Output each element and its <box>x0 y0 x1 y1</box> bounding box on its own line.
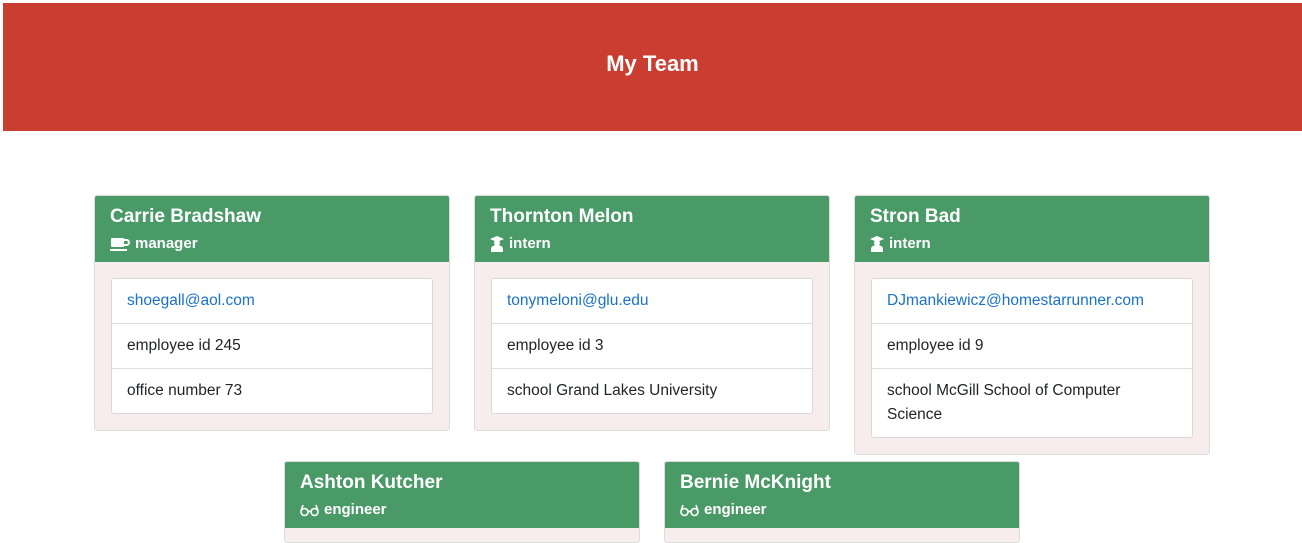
employee-id-item: employee id 245 <box>112 323 432 368</box>
card-body: DJmankiewicz@homestarrunner.com employee… <box>855 262 1209 454</box>
role-label: engineer <box>324 501 387 518</box>
employee-card: Ashton Kutcher engineer <box>284 461 640 543</box>
employee-role: engineer <box>300 501 624 518</box>
card-header: Carrie Bradshaw manager <box>95 196 449 262</box>
role-label: manager <box>135 235 198 252</box>
role-label: intern <box>509 235 551 252</box>
employee-name: Bernie McKnight <box>680 472 831 493</box>
employee-name: Thornton Melon <box>490 206 634 227</box>
coffee-icon <box>110 237 130 251</box>
employee-card: Carrie Bradshaw manager shoegall@aol.com… <box>94 195 450 431</box>
card-header: Stron Bad intern <box>855 196 1209 262</box>
graduate-icon <box>490 235 504 252</box>
card-body: tonymeloni@glu.edu employee id 3 school … <box>475 262 829 430</box>
card-body: shoegall@aol.com employee id 245 office … <box>95 262 449 430</box>
info-list: DJmankiewicz@homestarrunner.com employee… <box>871 278 1193 438</box>
employee-id-item: employee id 9 <box>872 323 1192 368</box>
email-item: tonymeloni@glu.edu <box>492 279 812 323</box>
card-header: Thornton Melon intern <box>475 196 829 262</box>
employee-id-item: employee id 3 <box>492 323 812 368</box>
employee-role: intern <box>490 235 814 252</box>
graduate-icon <box>870 235 884 252</box>
card-header: Ashton Kutcher engineer <box>285 462 639 528</box>
employee-role: intern <box>870 235 1194 252</box>
glasses-icon <box>680 504 699 516</box>
employee-card: Stron Bad intern DJmankiewicz@homestarru… <box>854 195 1210 455</box>
email-link[interactable]: tonymeloni@glu.edu <box>507 292 649 309</box>
role-label: engineer <box>704 501 767 518</box>
school-item: school Grand Lakes University <box>492 368 812 413</box>
email-item: shoegall@aol.com <box>112 279 432 323</box>
team-header: My Team <box>3 3 1302 131</box>
info-list: tonymeloni@glu.edu employee id 3 school … <box>491 278 813 414</box>
email-link[interactable]: shoegall@aol.com <box>127 292 255 309</box>
employee-card: Bernie McKnight engineer <box>664 461 1020 543</box>
employee-name: Carrie Bradshaw <box>110 206 262 227</box>
email-link[interactable]: DJmankiewicz@homestarrunner.com <box>887 292 1144 309</box>
email-item: DJmankiewicz@homestarrunner.com <box>872 279 1192 323</box>
employee-name: Stron Bad <box>870 206 961 227</box>
employee-name: Ashton Kutcher <box>300 472 443 493</box>
glasses-icon <box>300 504 319 516</box>
card-header: Bernie McKnight engineer <box>665 462 1019 528</box>
employee-card: Thornton Melon intern tonymeloni@glu.edu… <box>474 195 830 431</box>
page-title: My Team <box>606 51 699 76</box>
role-label: intern <box>889 235 931 252</box>
info-list: shoegall@aol.com employee id 245 office … <box>111 278 433 414</box>
office-number-item: office number 73 <box>112 368 432 413</box>
employee-role: engineer <box>680 501 1004 518</box>
school-item: school McGill School of Computer Science <box>872 368 1192 437</box>
employee-role: manager <box>110 235 434 252</box>
